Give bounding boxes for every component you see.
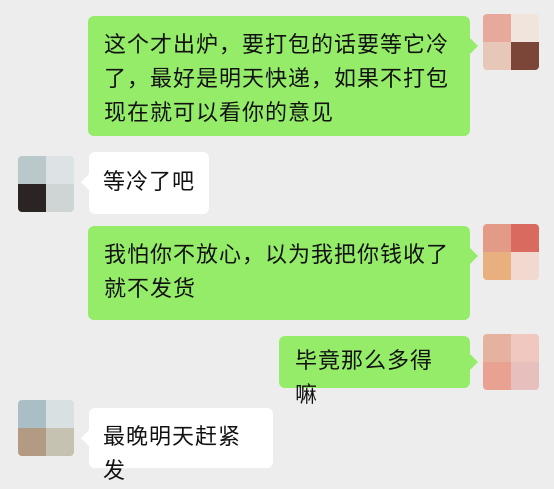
message-bubble-self[interactable]: 这个才出炉，要打包的话要等它冷了，最好是明天快递，如果不打包现在就可以看你的意见 (88, 16, 478, 136)
bubble-tail (81, 430, 89, 446)
bubble-tail (470, 354, 478, 370)
bubble-tail (470, 248, 478, 264)
contact-avatar[interactable] (18, 400, 74, 456)
bubble-tail (81, 174, 89, 190)
message-text: 毕竟那么多得嘛 (295, 349, 434, 408)
message-text: 我怕你不放心，以为我把你钱收了就不发货 (104, 243, 450, 302)
chat-thread: 这个才出炉，要打包的话要等它冷了，最好是明天快递，如果不打包现在就可以看你的意见… (0, 0, 554, 484)
message-text: 等冷了吧 (103, 170, 196, 195)
contact-avatar[interactable] (18, 156, 74, 212)
message-bubble-self[interactable]: 毕竟那么多得嘛 (279, 336, 478, 408)
message-text: 最晚明天赶紧发 (103, 425, 242, 484)
self-avatar[interactable] (483, 14, 539, 70)
self-avatar[interactable] (483, 334, 539, 390)
message-bubble-other[interactable]: 最晚明天赶紧发 (81, 408, 273, 484)
message-bubble-self[interactable]: 我怕你不放心，以为我把你钱收了就不发货 (88, 226, 478, 320)
message-text: 这个才出炉，要打包的话要等它冷了，最好是明天快递，如果不打包现在就可以看你的意见 (104, 33, 450, 126)
message-bubble-other[interactable]: 等冷了吧 (81, 152, 209, 214)
self-avatar[interactable] (483, 224, 539, 280)
bubble-tail (470, 38, 478, 54)
